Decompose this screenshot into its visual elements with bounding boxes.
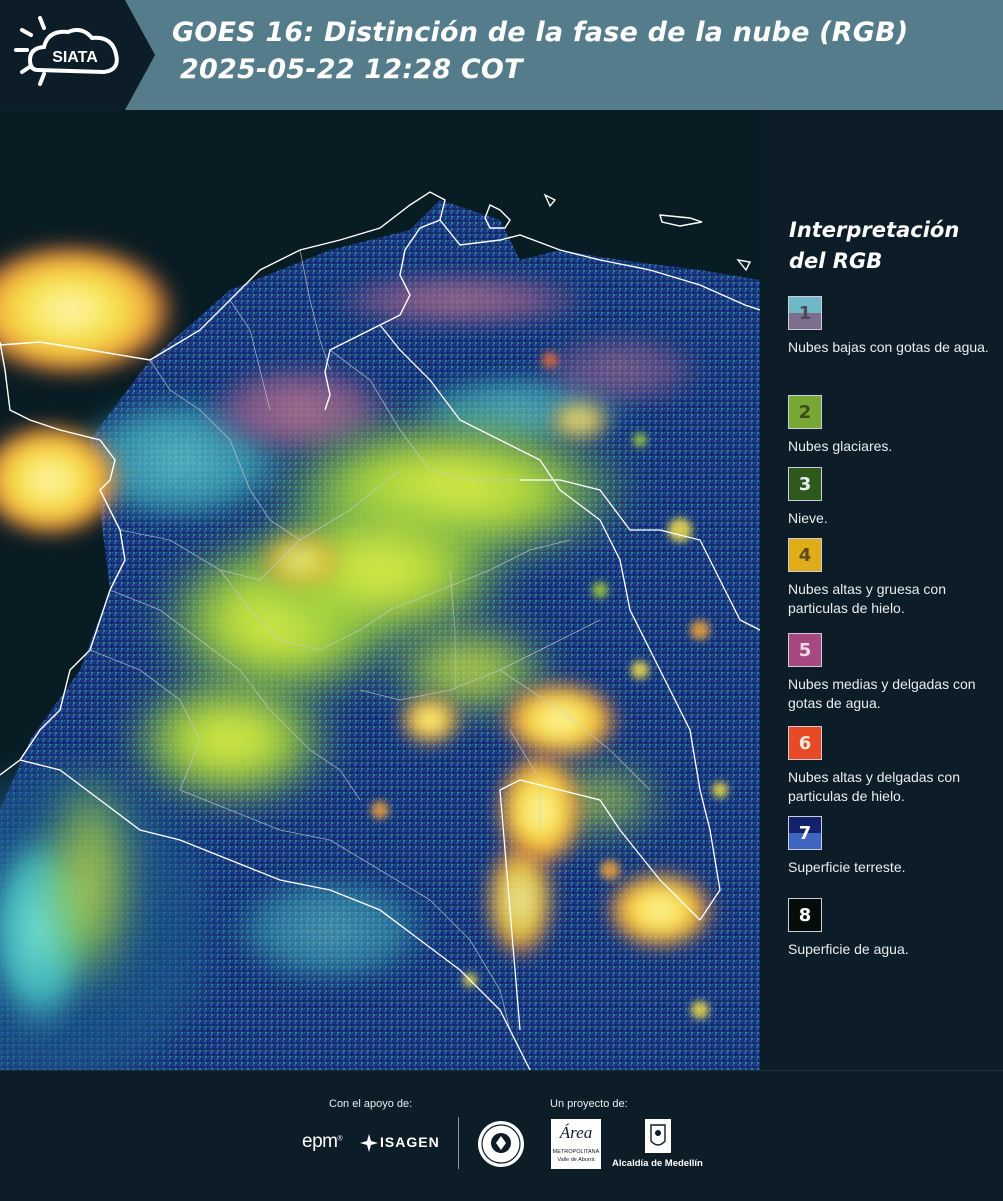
area-metropolitana-logo: Área METROPOLITANA Valle de Aburrá bbox=[551, 1119, 601, 1169]
legend-swatch: 4 bbox=[788, 538, 822, 572]
legend-swatch: 6 bbox=[788, 726, 822, 760]
legend-label: Nubes altas y gruesa con particulas de h… bbox=[788, 581, 946, 616]
footer-divider bbox=[458, 1117, 459, 1169]
legend-label: Superficie de agua. bbox=[788, 941, 909, 957]
legend-item: 5 Nubes medias y delgadas con gotas de ag… bbox=[788, 633, 998, 713]
legend-swatch: 2 bbox=[788, 395, 822, 429]
title-main: GOES 16: Distinción de la fase de la nub… bbox=[172, 17, 909, 48]
legend-item: 8 Superficie de agua. bbox=[788, 898, 998, 959]
legend-swatch: 8 bbox=[788, 898, 822, 932]
legend-number: 6 bbox=[798, 732, 812, 754]
legend-title-line2: del RGB bbox=[789, 249, 883, 273]
legend-label: Nubes medias y delgadas con gotas de agu… bbox=[788, 676, 976, 711]
legend-title: Interpretación del RGB bbox=[789, 215, 959, 277]
legend-item: 6 Nubes altas y delgadas con particulas d… bbox=[788, 726, 998, 806]
siata-logo: SIATA bbox=[0, 0, 160, 110]
legend-number: 5 bbox=[798, 639, 812, 661]
seal-logo bbox=[476, 1119, 526, 1173]
legend-swatch: 5 bbox=[788, 633, 822, 667]
epm-logo-text: epm bbox=[302, 1131, 338, 1152]
legend-item: 7 Superficie terreste. bbox=[788, 816, 998, 877]
legend-label: Nubes altas y delgadas con particulas de… bbox=[788, 769, 960, 804]
legend-panel: Interpretación del RGB 1 Nubes bajas con … bbox=[760, 110, 1003, 1070]
legend-label: Nubes bajas con gotas de agua. bbox=[788, 339, 989, 355]
page-title: GOES 16: Distinción de la fase de la nub… bbox=[172, 14, 908, 88]
legend-label: Nubes glaciares. bbox=[788, 438, 893, 454]
legend-item: 1 Nubes bajas con gotas de agua. bbox=[788, 296, 998, 357]
title-timestamp: 2025-05-22 12:28 COT bbox=[180, 54, 523, 85]
epm-logo: epm® bbox=[302, 1131, 343, 1153]
legend-number: 8 bbox=[798, 904, 812, 926]
legend-item: 3 Nieve. bbox=[788, 467, 998, 528]
legend-swatch: 3 bbox=[788, 467, 822, 501]
alcaldia-logo: Alcaldía de Medellín bbox=[612, 1117, 703, 1169]
legend-number: 1 bbox=[798, 302, 812, 324]
legend-label: Superficie terreste. bbox=[788, 859, 906, 875]
legend-number: 7 bbox=[798, 822, 812, 844]
legend-number: 3 bbox=[798, 473, 812, 495]
epm-registered-mark: ® bbox=[337, 1135, 343, 1143]
legend-swatch: 7 bbox=[788, 816, 822, 850]
legend-swatch: 1 bbox=[788, 296, 822, 330]
support-label: Con el apoyo de: bbox=[329, 1098, 413, 1110]
area-logo-sub1: METROPOLITANA bbox=[552, 1149, 600, 1155]
isagen-logo-text: ISAGEN bbox=[380, 1134, 440, 1150]
satellite-rgb-map bbox=[0, 110, 760, 1070]
project-label: Un proyecto de: bbox=[550, 1098, 628, 1110]
legend-title-line1: Interpretación bbox=[789, 218, 960, 242]
legend-item: 2 Nubes glaciares. bbox=[788, 395, 998, 456]
area-logo-script: Área bbox=[559, 1123, 593, 1142]
legend-number: 2 bbox=[798, 401, 812, 423]
footer: Con el apoyo de: Un proyecto de: epm® IS… bbox=[0, 1070, 1003, 1201]
area-logo-sub2: Valle de Aburrá bbox=[557, 1157, 595, 1163]
legend-label: Nieve. bbox=[788, 510, 828, 526]
header-bar: SIATA GOES 16: Distinción de la fase de … bbox=[0, 0, 1003, 110]
legend-number: 4 bbox=[798, 544, 812, 566]
legend-item: 4 Nubes altas y gruesa con particulas de … bbox=[788, 538, 998, 618]
alcaldia-text: Alcaldía de Medellín bbox=[612, 1158, 703, 1169]
svg-text:SIATA: SIATA bbox=[52, 49, 98, 66]
isagen-star-icon bbox=[360, 1134, 378, 1152]
